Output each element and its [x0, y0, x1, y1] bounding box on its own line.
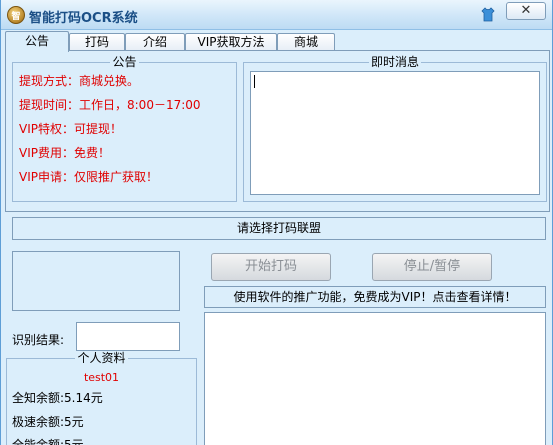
app-window: 智 智能打码OCR系统 ✕ 公告 打码 介绍 VIP获取方法 商城 公告 提现方…: [0, 0, 553, 445]
instant-messages-title: 即时消息: [368, 55, 421, 69]
log-area: [204, 312, 546, 445]
balance-row: 全知余额:5.14元: [12, 391, 103, 405]
notice-group-title: 公告: [110, 55, 139, 69]
notice-line: VIP申请：仅限推广获取！: [19, 170, 158, 184]
start-coding-button[interactable]: 开始打码: [211, 253, 331, 281]
tab-notice[interactable]: 公告: [5, 31, 69, 52]
recognition-label: 识别结果:: [12, 333, 65, 347]
profile-username: test01: [83, 371, 120, 384]
tab-strip: 公告 打码 介绍 VIP获取方法 商城: [1, 31, 552, 52]
instant-messages-textarea[interactable]: [250, 71, 540, 195]
text-caret: [254, 75, 255, 88]
notice-group: 公告 提现方式：商城兑换。 提现时间：工作日，8:00－17:00 VIP特权：…: [12, 55, 237, 202]
notice-line: 提现方式：商城兑换。: [19, 74, 140, 88]
tab-shop[interactable]: 商城: [277, 33, 335, 51]
stop-pause-button[interactable]: 停止/暂停: [372, 253, 492, 281]
tab-panel-notice: 公告 提现方式：商城兑换。 提现时间：工作日，8:00－17:00 VIP特权：…: [5, 50, 550, 212]
close-button[interactable]: ✕: [506, 2, 546, 20]
window-title: 智能打码OCR系统: [29, 11, 138, 26]
close-icon: ✕: [520, 3, 532, 18]
notice-line: VIP特权：可提现！: [19, 122, 122, 136]
promo-link[interactable]: 使用软件的推广功能，免费成为VIP！点击查看详情！: [204, 286, 546, 308]
tab-vip-method[interactable]: VIP获取方法: [185, 33, 277, 51]
tab-coding[interactable]: 打码: [69, 33, 125, 51]
tab-intro[interactable]: 介绍: [125, 33, 185, 51]
balance-row: 全能余额:5元: [12, 438, 84, 445]
alliance-select-bar[interactable]: 请选择打码联盟: [12, 217, 546, 240]
skin-icon[interactable]: [481, 7, 495, 22]
notice-line: VIP费用：免费！: [19, 146, 110, 160]
app-logo-icon: 智: [7, 6, 25, 24]
balance-row: 极速余额:5元: [12, 415, 84, 429]
profile-group: 个人资料 test01 全知余额:5.14元 极速余额:5元 全能余额:5元: [6, 351, 197, 445]
captcha-preview: [12, 251, 180, 311]
title-bar[interactable]: 智 智能打码OCR系统 ✕: [1, 0, 552, 30]
notice-line: 提现时间：工作日，8:00－17:00: [19, 98, 201, 112]
profile-group-title: 个人资料: [75, 351, 128, 365]
instant-messages-group: 即时消息: [243, 55, 547, 202]
recognition-result-field[interactable]: [76, 322, 180, 351]
